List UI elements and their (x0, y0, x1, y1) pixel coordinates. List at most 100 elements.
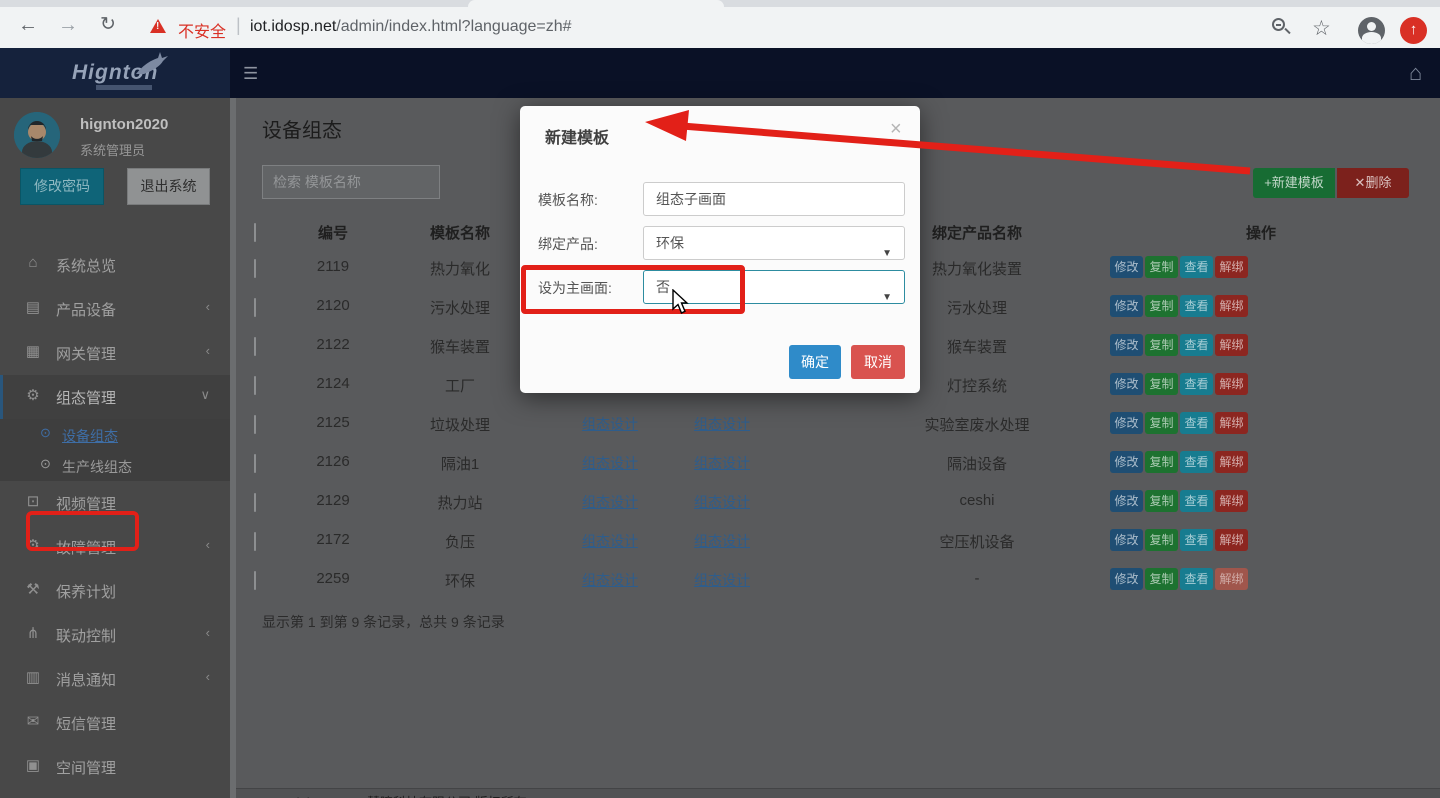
template-name-input[interactable]: 组态子画面 (643, 182, 905, 216)
modify-button[interactable]: 修改 (1110, 529, 1143, 551)
unbind-button[interactable]: 解绑 (1215, 451, 1248, 473)
copy-button[interactable]: 复制 (1145, 334, 1178, 356)
sidebar-item[interactable]: ⚙组态管理∨ (0, 375, 230, 419)
design-link[interactable]: 组态设计 (672, 570, 772, 590)
sidebar-item[interactable]: ▣空间管理 (0, 745, 230, 789)
modify-button[interactable]: 修改 (1110, 412, 1143, 434)
row-template-name: 隔油1 (400, 453, 520, 474)
sidebar-item[interactable]: ⚙故障管理‹ (0, 525, 230, 569)
sidebar-item[interactable]: ⌂系统总览 (0, 243, 230, 287)
copy-button[interactable]: 复制 (1145, 295, 1178, 317)
sidebar-item[interactable]: ▥消息通知‹ (0, 657, 230, 701)
browser-back-button[interactable]: ← (16, 14, 40, 36)
copy-button[interactable]: 复制 (1145, 373, 1178, 395)
view-button[interactable]: 查看 (1180, 295, 1213, 317)
view-button[interactable]: 查看 (1180, 529, 1213, 551)
view-button[interactable]: 查看 (1180, 490, 1213, 512)
security-warning-icon[interactable] (150, 19, 166, 33)
design-link[interactable]: 组态设计 (672, 414, 772, 434)
design-link[interactable]: 组态设计 (560, 492, 660, 512)
modify-button[interactable]: 修改 (1110, 295, 1143, 317)
unbind-button[interactable]: 解绑 (1215, 412, 1248, 434)
design-link[interactable]: 组态设计 (672, 531, 772, 551)
row-checkbox[interactable] (254, 455, 256, 472)
sidebar-item[interactable]: ⊡视频管理 (0, 481, 230, 525)
page-footer-clipped: Copyright © 2019 慧瞳科技有限公司 版权所有 (236, 788, 1440, 798)
unbind-button[interactable]: 解绑 (1215, 334, 1248, 356)
modify-button[interactable]: 修改 (1110, 256, 1143, 278)
browser-tab[interactable] (468, 0, 724, 7)
design-link[interactable]: 组态设计 (560, 531, 660, 551)
view-button[interactable]: 查看 (1180, 412, 1213, 434)
confirm-button[interactable]: 确定 (789, 345, 841, 379)
browser-forward-button[interactable]: → (56, 14, 80, 36)
main-screen-select[interactable]: 否▼ (643, 270, 905, 304)
copy-button[interactable]: 复制 (1145, 412, 1178, 434)
browser-update-icon[interactable]: ↑ (1400, 17, 1427, 44)
row-checkbox[interactable] (254, 260, 256, 277)
view-button[interactable]: 查看 (1180, 451, 1213, 473)
row-checkbox[interactable] (254, 377, 256, 394)
home-icon[interactable]: ⌂ (1409, 60, 1422, 86)
view-button[interactable]: 查看 (1180, 334, 1213, 356)
sidebar-subitem[interactable]: ⊙生产线组态 (0, 450, 230, 481)
row-checkbox[interactable] (254, 416, 256, 433)
design-link[interactable]: 组态设计 (560, 570, 660, 590)
bind-product-select[interactable]: 环保▼ (643, 226, 905, 260)
view-button[interactable]: 查看 (1180, 568, 1213, 590)
unbind-button[interactable]: 解绑 (1215, 529, 1248, 551)
column-header-name[interactable]: 模板名称 (400, 222, 520, 243)
cancel-button[interactable]: 取消 (851, 345, 905, 379)
sidebar-item[interactable]: ✉短信管理 (0, 701, 230, 745)
design-link[interactable]: 组态设计 (672, 492, 772, 512)
unbind-button[interactable]: 解绑 (1215, 295, 1248, 317)
column-header-id[interactable]: 编号 (283, 222, 383, 243)
browser-reload-button[interactable]: ↻ (96, 14, 120, 36)
select-all-checkbox[interactable] (254, 224, 256, 241)
row-checkbox[interactable] (254, 299, 256, 316)
copy-button[interactable]: 复制 (1145, 568, 1178, 590)
view-button[interactable]: 查看 (1180, 256, 1213, 278)
modal-close-icon[interactable]: × (890, 118, 902, 141)
row-checkbox[interactable] (254, 494, 256, 511)
copy-button[interactable]: 复制 (1145, 256, 1178, 278)
sidebar-item[interactable]: ▤产品设备‹ (0, 287, 230, 331)
unbind-button[interactable]: 解绑 (1215, 490, 1248, 512)
sidebar-item-label: 系统总览 (56, 255, 116, 276)
row-checkbox[interactable] (254, 533, 256, 550)
design-link[interactable]: 组态设计 (560, 414, 660, 434)
modify-button[interactable]: 修改 (1110, 490, 1143, 512)
bookmark-star-icon[interactable]: ☆ (1312, 16, 1331, 41)
modify-button[interactable]: 修改 (1110, 334, 1143, 356)
sidebar-toggle-icon[interactable]: ☰ (243, 64, 258, 84)
modify-button[interactable]: 修改 (1110, 568, 1143, 590)
logout-button[interactable]: 退出系统 (127, 168, 210, 205)
unbind-button[interactable]: 解绑 (1215, 256, 1248, 278)
table-row: 2126隔油1组态设计组态设计隔油设备修改复制查看解绑 (236, 443, 1440, 482)
zoom-out-icon[interactable] (1272, 18, 1292, 38)
browser-profile-icon[interactable] (1358, 17, 1385, 44)
copy-button[interactable]: 复制 (1145, 451, 1178, 473)
unbind-button[interactable]: 解绑 (1215, 568, 1248, 590)
modify-button[interactable]: 修改 (1110, 373, 1143, 395)
row-checkbox[interactable] (254, 572, 256, 589)
row-checkbox[interactable] (254, 338, 256, 355)
logo-area[interactable]: Hignton (0, 48, 230, 98)
copy-button[interactable]: 复制 (1145, 490, 1178, 512)
delete-button[interactable]: ✕删除 (1337, 168, 1409, 198)
security-warning-label[interactable]: 不安全 (178, 18, 226, 42)
change-password-button[interactable]: 修改密码 (20, 168, 104, 205)
design-link[interactable]: 组态设计 (672, 453, 772, 473)
copy-button[interactable]: 复制 (1145, 529, 1178, 551)
sidebar-item[interactable]: ▦网关管理‹ (0, 331, 230, 375)
search-input[interactable] (262, 165, 440, 199)
sidebar-subitem[interactable]: ⊙设备组态 (0, 419, 230, 450)
sidebar-item[interactable]: ⚒保养计划 (0, 569, 230, 613)
new-template-button[interactable]: +新建模板 (1253, 168, 1335, 198)
view-button[interactable]: 查看 (1180, 373, 1213, 395)
design-link[interactable]: 组态设计 (560, 453, 660, 473)
address-bar[interactable]: iot.idosp.net/admin/index.html?language=… (250, 18, 572, 36)
sidebar-item[interactable]: ⋔联动控制‹ (0, 613, 230, 657)
unbind-button[interactable]: 解绑 (1215, 373, 1248, 395)
modify-button[interactable]: 修改 (1110, 451, 1143, 473)
